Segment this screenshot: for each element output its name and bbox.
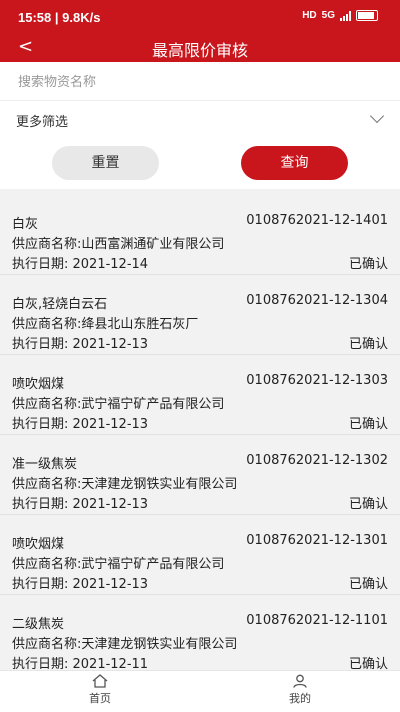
item-code: 0108762021-12-1401 <box>246 213 388 228</box>
item-name: 喷吹烟煤 <box>12 377 65 392</box>
item-supplier: 供应商名称:绛县北山东胜石灰厂 <box>12 317 199 332</box>
action-bar: 重置 查询 <box>0 139 400 189</box>
list-item[interactable]: 白灰,轻烧白云石 0108762021-12-1304 供应商名称:绛县北山东胜… <box>0 275 400 355</box>
item-supplier: 供应商名称:天津建龙钢铁实业有限公司 <box>12 637 238 652</box>
status-left: 15:58 | 9.8K/s <box>18 10 101 25</box>
item-supplier: 供应商名称:武宁福宁矿产品有限公司 <box>12 557 225 572</box>
reset-button[interactable]: 重置 <box>52 146 159 180</box>
item-date: 执行日期: 2021-12-13 <box>12 497 149 512</box>
item-date: 执行日期: 2021-12-13 <box>12 337 149 352</box>
network-label: 5G <box>321 10 335 21</box>
item-supplier: 供应商名称:武宁福宁矿产品有限公司 <box>12 397 225 412</box>
status-bar: 15:58 | 9.8K/s HD 5G <box>0 0 400 34</box>
list-item[interactable]: 喷吹烟煤 0108762021-12-1303 供应商名称:武宁福宁矿产品有限公… <box>0 355 400 435</box>
page-title: 最高限价审核 <box>151 41 248 60</box>
item-status: 已确认 <box>348 497 388 512</box>
item-supplier: 供应商名称:山西富渊通矿业有限公司 <box>12 237 225 252</box>
bottom-tab-bar: 首页 我的 <box>0 670 400 712</box>
list-item[interactable]: 二级焦炭 0108762021-12-1101 供应商名称:天津建龙钢铁实业有限… <box>0 595 400 670</box>
item-status: 已确认 <box>348 257 388 272</box>
tab-mine[interactable]: 我的 <box>260 674 340 706</box>
item-date: 执行日期: 2021-12-13 <box>12 577 149 592</box>
status-time: 15:58 <box>18 10 52 25</box>
tab-home[interactable]: 首页 <box>60 674 140 706</box>
chevron-down-icon <box>369 108 385 124</box>
result-list: 白灰 0108762021-12-1401 供应商名称:山西富渊通矿业有限公司 … <box>0 195 400 670</box>
list-item[interactable]: 喷吹烟煤 0108762021-12-1301 供应商名称:武宁福宁矿产品有限公… <box>0 515 400 595</box>
home-icon <box>92 674 108 688</box>
item-name: 白灰 <box>12 217 39 232</box>
search-input[interactable] <box>16 70 380 94</box>
item-name: 白灰,轻烧白云石 <box>12 297 108 312</box>
item-name: 喷吹烟煤 <box>12 537 65 552</box>
item-supplier: 供应商名称:天津建龙钢铁实业有限公司 <box>12 477 238 492</box>
tab-mine-label: 我的 <box>289 692 311 705</box>
more-filter-label: 更多筛选 <box>16 115 69 130</box>
item-code: 0108762021-12-1302 <box>246 453 388 468</box>
item-status: 已确认 <box>348 657 388 670</box>
item-name: 准一级焦炭 <box>12 457 78 472</box>
list-item[interactable]: 白灰 0108762021-12-1401 供应商名称:山西富渊通矿业有限公司 … <box>0 195 400 275</box>
search-bar <box>0 62 400 101</box>
item-name: 二级焦炭 <box>12 617 65 632</box>
more-filter-row[interactable]: 更多筛选 <box>0 101 400 139</box>
item-status: 已确认 <box>348 417 388 432</box>
item-code: 0108762021-12-1304 <box>246 293 388 308</box>
status-speed: 9.8K/s <box>62 10 101 25</box>
item-date: 执行日期: 2021-12-14 <box>12 257 149 272</box>
battery-icon <box>356 10 378 21</box>
tab-home-label: 首页 <box>89 692 111 705</box>
status-right: HD 5G <box>302 10 378 21</box>
item-date: 执行日期: 2021-12-13 <box>12 417 149 432</box>
signal-icon <box>340 10 351 21</box>
item-code: 0108762021-12-1303 <box>246 373 388 388</box>
app-bar: < 最高限价审核 <box>0 34 400 62</box>
item-status: 已确认 <box>348 337 388 352</box>
item-status: 已确认 <box>348 577 388 592</box>
list-item[interactable]: 准一级焦炭 0108762021-12-1302 供应商名称:天津建龙钢铁实业有… <box>0 435 400 515</box>
item-code: 0108762021-12-1301 <box>246 533 388 548</box>
user-icon <box>293 674 307 688</box>
hd-badge: HD <box>302 10 317 21</box>
item-code: 0108762021-12-1101 <box>246 613 388 628</box>
item-date: 执行日期: 2021-12-11 <box>12 657 149 670</box>
query-button[interactable]: 查询 <box>241 146 348 180</box>
